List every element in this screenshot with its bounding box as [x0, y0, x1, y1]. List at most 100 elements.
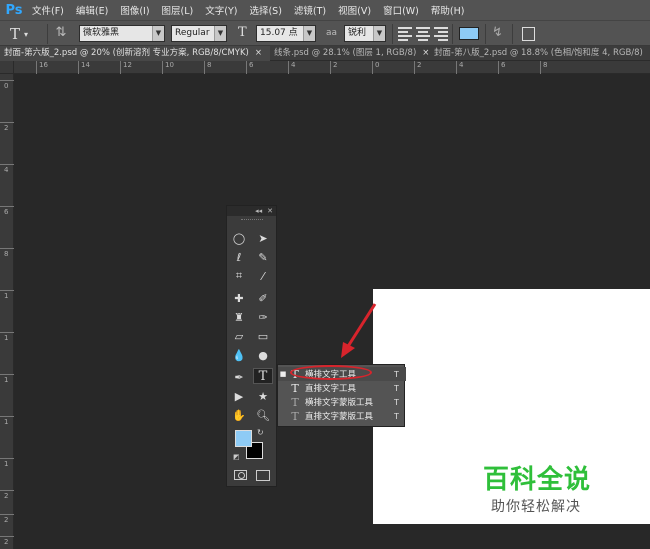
- horizontal-type-icon: T: [291, 367, 299, 381]
- menu-layer[interactable]: 图层(L): [156, 3, 200, 17]
- close-icon[interactable]: ×: [422, 48, 429, 58]
- hand-tool-icon[interactable]: ✋: [229, 407, 249, 423]
- ruler-origin[interactable]: [0, 61, 14, 74]
- font-family-select[interactable]: 微软雅黑 ▼: [79, 25, 165, 42]
- ruler-line: [330, 61, 331, 74]
- ruler-tick-label: 6: [501, 61, 506, 69]
- close-icon[interactable]: ✕: [267, 207, 273, 215]
- align-center-icon[interactable]: [416, 27, 430, 41]
- lasso-tool-icon[interactable]: ℓ: [229, 249, 249, 265]
- eraser-tool-icon[interactable]: ▱: [229, 328, 249, 344]
- tool-preset-picker[interactable]: T ▾: [10, 25, 44, 43]
- anti-alias-value: 锐利: [348, 28, 367, 38]
- history-brush-icon[interactable]: ✑: [253, 309, 273, 325]
- screen-mode-icon[interactable]: [256, 470, 270, 481]
- vertical-ruler[interactable]: 0 2 4 6 8 1 1 1 1 1 2 2 2: [0, 74, 14, 549]
- clone-stamp-icon[interactable]: ♜: [229, 309, 249, 325]
- swap-colors-icon[interactable]: ↻: [257, 428, 264, 437]
- text-color-swatch[interactable]: [459, 27, 479, 40]
- ruler-tick-label: 1: [4, 376, 9, 384]
- ruler-line: [36, 61, 37, 74]
- ruler-line: [0, 374, 14, 375]
- text-orientation-icon[interactable]: ⇅: [52, 25, 70, 43]
- healing-brush-icon[interactable]: ✚: [229, 290, 249, 306]
- brush-tool-icon[interactable]: ✐: [253, 290, 273, 306]
- menu-image[interactable]: 图像(I): [114, 3, 155, 17]
- tab-label: 线条.psd @ 28.1% (图层 1, RGB/8): [274, 47, 417, 58]
- chevron-down-icon: ▼: [303, 26, 315, 41]
- blur-tool-icon[interactable]: 💧: [229, 347, 249, 363]
- font-style-select[interactable]: Regular ▼: [171, 25, 227, 42]
- tools-panel: ◂◂ ✕ ◯ ➤ ℓ ✎ ⌗ ⁄ ✚ ✐ ♜ ✑ ▱ ▭ 💧 ● ✒ T ▶ ★…: [226, 205, 277, 487]
- menu-edit[interactable]: 编辑(E): [70, 3, 114, 17]
- menu-filter[interactable]: 滤镜(T): [288, 3, 332, 17]
- ruler-tick-label: 2: [4, 516, 9, 524]
- path-selection-icon[interactable]: ▶: [229, 388, 249, 404]
- tab-label: 封面-第六版_2.psd @ 20% (创新溶剂 专业方案, RGB/8/CMY…: [4, 47, 249, 58]
- flyout-item-horizontal-type[interactable]: ■ T 横排文字工具 T: [278, 367, 406, 381]
- ruler-line: [0, 80, 14, 81]
- pen-tool-icon[interactable]: ✒: [229, 369, 249, 385]
- shape-tool-icon[interactable]: ★: [253, 388, 273, 404]
- ruler-line: [0, 458, 14, 459]
- ruler-tick-label: 14: [81, 61, 90, 69]
- ruler-tick-label: 4: [459, 61, 464, 69]
- zoom-tool-icon[interactable]: 🔍︎: [253, 407, 273, 423]
- ruler-line: [0, 122, 14, 123]
- document-tab[interactable]: 线条.psd @ 28.1% (图层 1, RGB/8) ×: [270, 46, 430, 61]
- marquee-tool-icon[interactable]: ◯: [229, 230, 249, 246]
- watermark-subtitle: 助你轻松解决: [491, 499, 581, 515]
- type-tool-icon[interactable]: T: [253, 368, 273, 384]
- menu-select[interactable]: 选择(S): [243, 3, 287, 17]
- document-tab[interactable]: 封面-第八版_2.psd @ 18.8% (色相/饱和度 4, RGB/8)×: [430, 46, 650, 61]
- document-tab[interactable]: 封面-第六版_2.psd @ 20% (创新溶剂 专业方案, RGB/8/CMY…: [0, 45, 270, 61]
- ruler-tick-label: 1: [4, 418, 9, 426]
- ruler-line: [0, 290, 14, 291]
- eyedropper-tool-icon[interactable]: ⁄: [253, 268, 273, 284]
- ruler-line: [498, 61, 499, 74]
- shortcut-key: T: [394, 369, 399, 379]
- anti-alias-select[interactable]: 锐利 ▼: [344, 25, 386, 42]
- flyout-item-vertical-type-mask[interactable]: T 直排文字蒙版工具 T: [278, 409, 406, 423]
- flyout-item-horizontal-type-mask[interactable]: T 横排文字蒙版工具 T: [278, 395, 406, 409]
- quick-selection-icon[interactable]: ✎: [253, 249, 273, 265]
- crop-tool-icon[interactable]: ⌗: [229, 268, 249, 284]
- menu-type[interactable]: 文字(Y): [199, 3, 243, 17]
- foreground-color-swatch[interactable]: [235, 430, 252, 447]
- ruler-line: [372, 61, 373, 74]
- menu-window[interactable]: 窗口(W): [377, 3, 425, 17]
- horizontal-ruler[interactable]: 16 14 12 10 8 6 4 2 0 2 4 6 8: [14, 61, 650, 74]
- character-panel-icon[interactable]: [522, 27, 535, 41]
- dodge-tool-icon[interactable]: ●: [253, 347, 273, 363]
- close-icon[interactable]: ×: [255, 48, 262, 58]
- type-tool-icon: T: [10, 25, 21, 43]
- default-colors-icon[interactable]: ◩: [233, 453, 240, 461]
- flyout-item-vertical-type[interactable]: T 直排文字工具 T: [278, 381, 406, 395]
- collapse-icon[interactable]: ◂◂: [255, 207, 262, 215]
- ruler-line: [540, 61, 541, 74]
- align-left-icon[interactable]: [398, 27, 412, 41]
- move-tool-icon[interactable]: ➤: [253, 230, 273, 246]
- ruler-tick-label: 6: [4, 208, 9, 216]
- horizontal-type-mask-icon: T: [291, 395, 299, 409]
- warp-text-icon[interactable]: ↯: [492, 25, 503, 40]
- photoshop-window: Ps 文件(F) 编辑(E) 图像(I) 图层(L) 文字(Y) 选择(S) 滤…: [0, 0, 650, 549]
- divider: [392, 24, 393, 44]
- type-tool-flyout: ■ T 横排文字工具 T T 直排文字工具 T T 横排文字蒙版工具 T T 直…: [277, 364, 406, 427]
- panel-grip[interactable]: [227, 216, 276, 223]
- photoshop-logo[interactable]: Ps: [2, 0, 26, 20]
- menu-file[interactable]: 文件(F): [26, 3, 70, 17]
- ruler-line: [204, 61, 205, 74]
- font-size-value: 15.07 点: [260, 28, 298, 38]
- ruler-line: [0, 164, 14, 165]
- gradient-tool-icon[interactable]: ▭: [253, 328, 273, 344]
- tools-panel-header[interactable]: ◂◂ ✕: [227, 206, 276, 216]
- ruler-tick-label: 0: [375, 61, 380, 69]
- menu-help[interactable]: 帮助(H): [425, 3, 471, 17]
- quick-mask-icon[interactable]: [234, 470, 247, 480]
- font-size-select[interactable]: 15.07 点 ▼: [256, 25, 316, 42]
- menu-view[interactable]: 视图(V): [332, 3, 377, 17]
- ruler-tick-label: 10: [165, 61, 174, 69]
- align-right-icon[interactable]: [434, 27, 448, 41]
- font-style-value: Regular: [175, 28, 210, 38]
